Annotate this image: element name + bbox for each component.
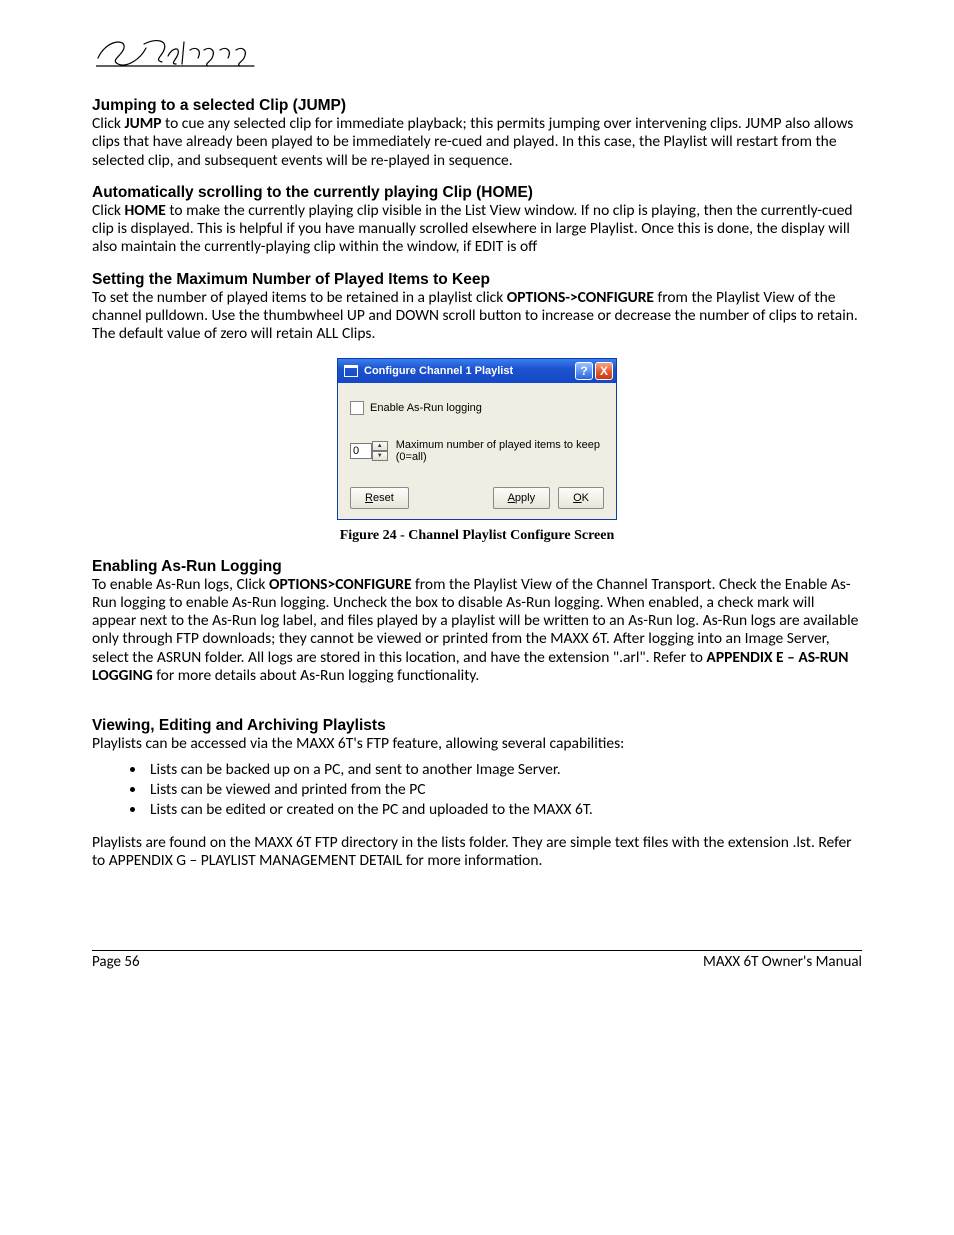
text: for more details about As-Run logging fu… bbox=[153, 666, 480, 685]
reset-button[interactable]: Reset bbox=[350, 487, 409, 509]
text: To set the number of played items to be … bbox=[92, 288, 507, 307]
checkbox-label: Enable As-Run logging bbox=[370, 402, 482, 414]
window-icon bbox=[344, 365, 358, 377]
configure-playlist-dialog: Configure Channel 1 Playlist ? X Enable … bbox=[337, 358, 617, 520]
heading-jump: Jumping to a selected Clip (JUMP) bbox=[92, 97, 862, 115]
text: to make the currently playing clip visib… bbox=[92, 201, 853, 257]
footer-manual-title: MAXX 6T Owner's Manual bbox=[703, 953, 862, 971]
list-item: Lists can be backed up on a PC, and sent… bbox=[146, 760, 862, 780]
text: Click bbox=[92, 201, 124, 220]
dialog-button-row: Reset Apply OK bbox=[350, 487, 604, 509]
heading-keep: Setting the Maximum Number of Played Ite… bbox=[92, 271, 862, 289]
playlists-bullets: Lists can be backed up on a PC, and sent… bbox=[92, 760, 862, 820]
spinner-buttons: ▲ ▼ bbox=[372, 441, 388, 461]
heading-playlists: Viewing, Editing and Archiving Playlists bbox=[92, 717, 862, 735]
max-items-row: 0 ▲ ▼ Maximum number of played items to … bbox=[350, 439, 604, 463]
spinner-down-icon[interactable]: ▼ bbox=[372, 451, 388, 461]
paragraph-playlists-intro: Playlists can be accessed via the MAXX 6… bbox=[92, 735, 862, 753]
dialog-title: Configure Channel 1 Playlist bbox=[364, 365, 573, 377]
text: Click bbox=[92, 114, 124, 133]
help-button[interactable]: ? bbox=[575, 362, 593, 380]
checkbox-icon[interactable] bbox=[350, 401, 364, 415]
ok-button[interactable]: OK bbox=[558, 487, 604, 509]
paragraph-asrun: To enable As-Run logs, Click OPTIONS>CON… bbox=[92, 576, 862, 686]
page-footer: Page 56 MAXX 6T Owner's Manual bbox=[92, 953, 862, 971]
figure-caption: Figure 24 - Channel Playlist Configure S… bbox=[92, 528, 862, 544]
paragraph-keep: To set the number of played items to be … bbox=[92, 289, 862, 344]
footer-divider bbox=[92, 950, 862, 951]
spinner-input[interactable]: 0 bbox=[350, 443, 372, 459]
list-item: Lists can be edited or created on the PC… bbox=[146, 800, 862, 820]
bold-options-configure-2: OPTIONS>CONFIGURE bbox=[269, 575, 412, 594]
bold-options-configure: OPTIONS->CONFIGURE bbox=[507, 288, 654, 307]
paragraph-home: Click HOME to make the currently playing… bbox=[92, 202, 862, 257]
list-item: Lists can be viewed and printed from the… bbox=[146, 780, 862, 800]
dialog-body: Enable As-Run logging 0 ▲ ▼ Maximum numb… bbox=[338, 383, 616, 519]
dialog-titlebar: Configure Channel 1 Playlist ? X bbox=[338, 359, 616, 383]
document-page: Jumping to a selected Clip (JUMP) Click … bbox=[0, 0, 954, 1011]
paragraph-jump: Click JUMP to cue any selected clip for … bbox=[92, 115, 862, 170]
text: To enable As-Run logs, Click bbox=[92, 575, 269, 594]
text: to cue any selected clip for immediate p… bbox=[92, 114, 853, 170]
close-button[interactable]: X bbox=[595, 362, 613, 380]
enable-asrun-row[interactable]: Enable As-Run logging bbox=[350, 401, 604, 415]
brand-logo bbox=[96, 30, 862, 79]
bold-jump: JUMP bbox=[124, 114, 161, 133]
spinner-value: 0 bbox=[353, 445, 359, 457]
apply-button[interactable]: Apply bbox=[493, 487, 551, 509]
paragraph-playlists-outro: Playlists are found on the MAXX 6T FTP d… bbox=[92, 834, 862, 871]
heading-home: Automatically scrolling to the currently… bbox=[92, 184, 862, 202]
spinner-label: Maximum number of played items to keep (… bbox=[396, 439, 604, 463]
spinner-up-icon[interactable]: ▲ bbox=[372, 441, 388, 451]
bold-home: HOME bbox=[124, 201, 165, 220]
heading-asrun: Enabling As-Run Logging bbox=[92, 558, 862, 576]
footer-page-number: Page 56 bbox=[92, 953, 140, 971]
dialog-figure: Configure Channel 1 Playlist ? X Enable … bbox=[92, 358, 862, 520]
